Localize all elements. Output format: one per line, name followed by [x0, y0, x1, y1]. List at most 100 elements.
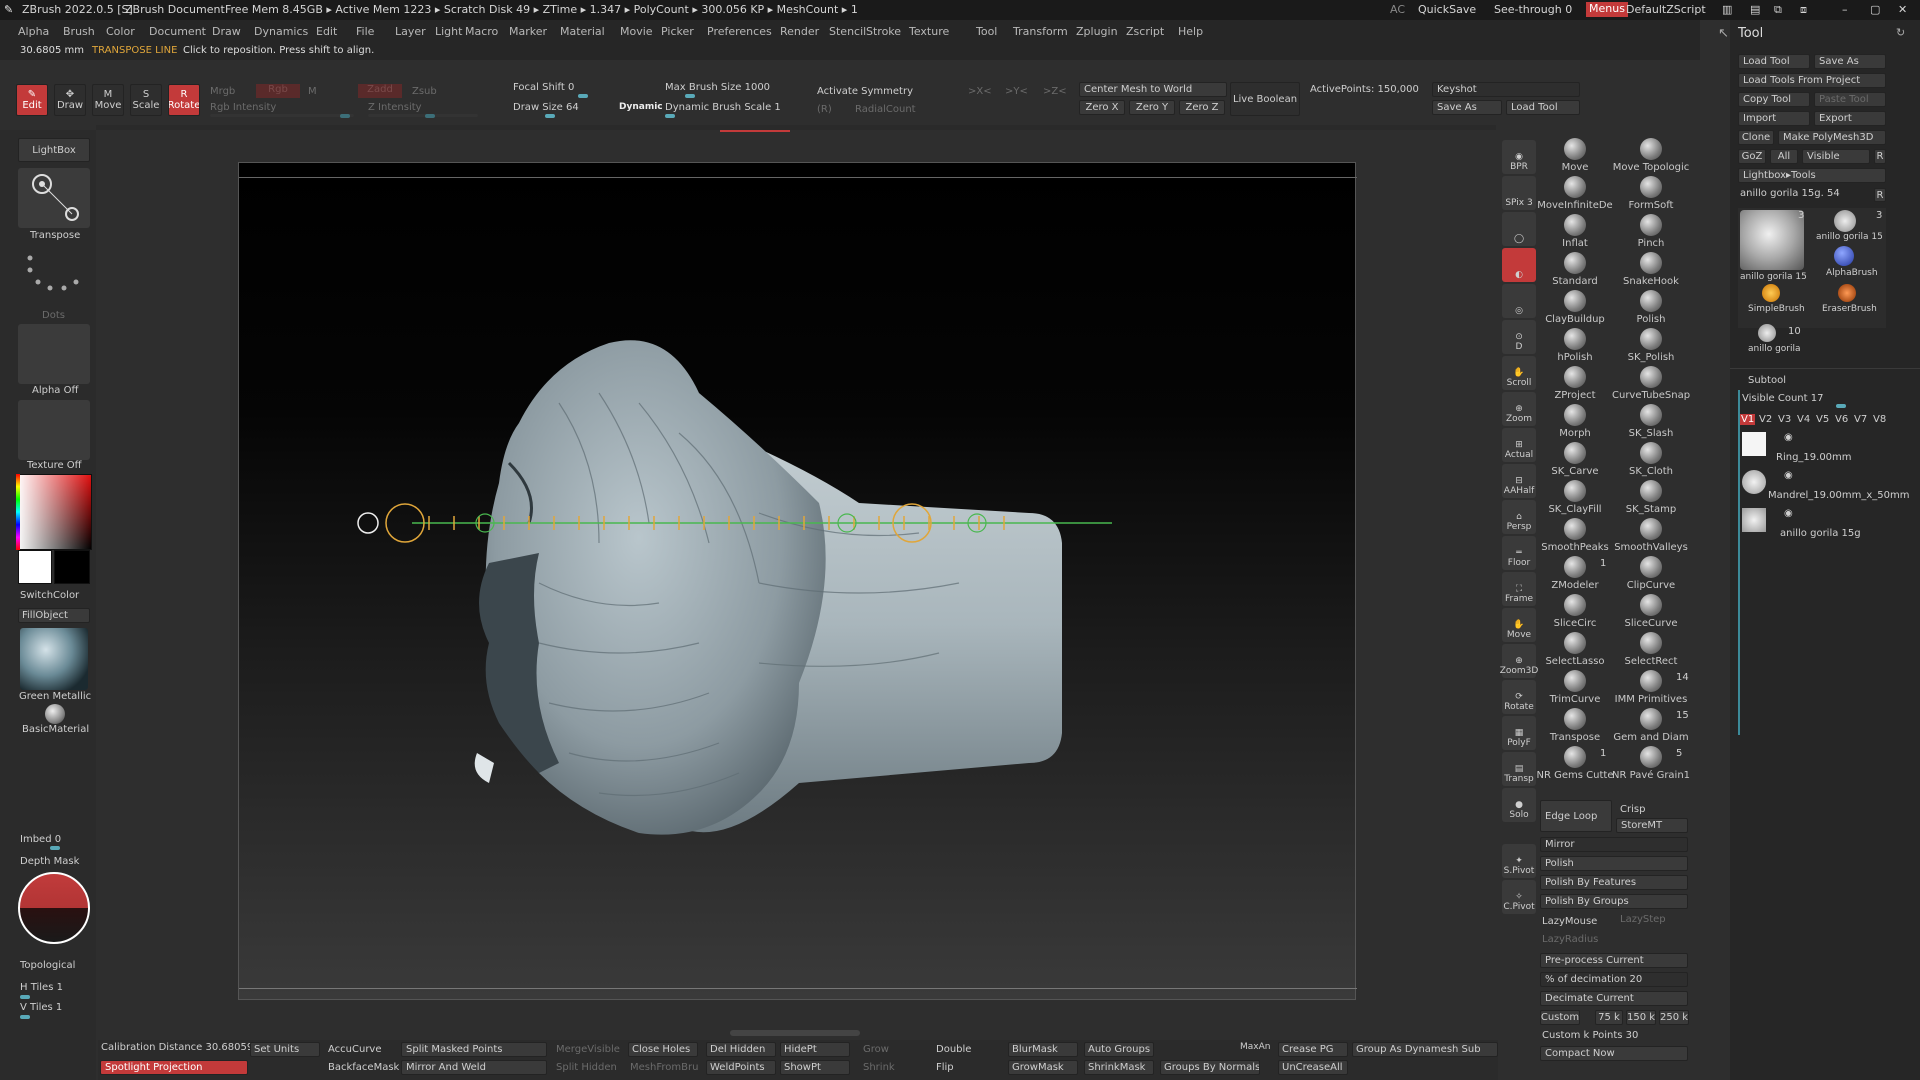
- nav-item-3-button[interactable]: ◐: [1502, 248, 1536, 282]
- dynamic-brush-scale-slider[interactable]: Dynamic Brush Scale 1: [665, 102, 781, 113]
- current-tool-r-button[interactable]: R: [1874, 188, 1886, 202]
- material-thumb[interactable]: [20, 628, 88, 690]
- export-button[interactable]: Export: [1814, 111, 1886, 126]
- brush-move[interactable]: Move: [1536, 138, 1614, 173]
- rgb-intensity-knob[interactable]: [340, 114, 350, 118]
- nav-frame-button[interactable]: ⛶ Frame: [1502, 572, 1536, 606]
- topological-toggle[interactable]: Topological: [20, 960, 75, 971]
- polish-slider[interactable]: Polish: [1540, 856, 1688, 871]
- brush-sk-polish[interactable]: SK_Polish: [1612, 328, 1690, 363]
- simplebrush-icon[interactable]: [1762, 284, 1780, 302]
- brush-hpolish[interactable]: hPolish: [1536, 328, 1614, 363]
- lazyradius-slider[interactable]: LazyRadius: [1542, 934, 1598, 945]
- menu-zplugin[interactable]: Zplugin: [1076, 25, 1118, 38]
- brush-sk-clayfill[interactable]: SK_ClayFill: [1536, 480, 1614, 515]
- weldpoints-button[interactable]: WeldPoints: [706, 1060, 776, 1075]
- nav-rotate-button[interactable]: ⟳ Rotate: [1502, 680, 1536, 714]
- custom-button[interactable]: Custom: [1540, 1010, 1580, 1025]
- load-tool-button[interactable]: Load Tool: [1738, 54, 1810, 69]
- goz-visible-button[interactable]: Visible: [1802, 149, 1870, 164]
- nav-aahalf-button[interactable]: ⊟ AAHalf: [1502, 464, 1536, 498]
- subtool-version-v4[interactable]: V4: [1797, 414, 1810, 425]
- uncrease-all-button[interactable]: UnCreaseAll: [1278, 1060, 1348, 1075]
- nav-transp-button[interactable]: ▤ Transp: [1502, 752, 1536, 786]
- nav-zoom3d-button[interactable]: ⊕ Zoom3D: [1500, 644, 1538, 678]
- subtool-version-v1[interactable]: V1: [1740, 414, 1756, 425]
- menu-draw[interactable]: Draw: [212, 25, 241, 38]
- h-tiles-knob[interactable]: [20, 995, 30, 999]
- del-hidden-button[interactable]: Del Hidden: [706, 1042, 776, 1057]
- set-units-button[interactable]: Set Units: [250, 1042, 320, 1057]
- gorilla-mini-thumb[interactable]: [1758, 324, 1776, 342]
- menu-zscript[interactable]: Zscript: [1126, 25, 1164, 38]
- z-intensity-slider[interactable]: Z Intensity: [368, 102, 422, 113]
- rgb-intensity-slider[interactable]: Rgb Intensity: [210, 102, 276, 113]
- paste-tool-button[interactable]: Paste Tool: [1814, 92, 1886, 107]
- see-through-slider[interactable]: See-through 0: [1494, 3, 1572, 16]
- flip-button[interactable]: Flip: [936, 1062, 954, 1073]
- focal-shift-knob[interactable]: [578, 94, 588, 98]
- window-icon[interactable]: ⧉: [1774, 3, 1782, 17]
- meshfrombrush-button[interactable]: MeshFromBru: [630, 1062, 698, 1073]
- brush-moveinfinitede[interactable]: MoveInfiniteDe: [1536, 176, 1614, 211]
- menu-render[interactable]: Render: [780, 25, 819, 38]
- groups-by-normals-button[interactable]: Groups By Normals: [1160, 1060, 1260, 1075]
- shrinkmask-button[interactable]: ShrinkMask: [1084, 1060, 1154, 1075]
- mergevisible-button[interactable]: MergeVisible: [556, 1044, 620, 1055]
- radial-count-slider[interactable]: RadialCount: [855, 104, 916, 115]
- save-as-button[interactable]: Save As: [1814, 54, 1886, 69]
- load-tools-from-project-button[interactable]: Load Tools From Project: [1738, 73, 1886, 88]
- menu-color[interactable]: Color: [106, 25, 135, 38]
- auto-groups-button[interactable]: Auto Groups: [1084, 1042, 1154, 1057]
- draw-size-slider[interactable]: Draw Size 64: [513, 102, 579, 113]
- maximize-icon[interactable]: ▢: [1870, 3, 1880, 16]
- eraserbrush-icon[interactable]: [1838, 284, 1856, 302]
- menu-transform[interactable]: Transform: [1013, 25, 1068, 38]
- main-color-swatch[interactable]: [18, 550, 52, 584]
- max-brush-size-knob[interactable]: [685, 94, 695, 98]
- hue-strip[interactable]: [16, 474, 20, 550]
- blurmask-button[interactable]: BlurMask: [1008, 1042, 1078, 1057]
- brush-zproject[interactable]: ZProject: [1536, 366, 1614, 401]
- switch-color-button[interactable]: SwitchColor: [20, 590, 79, 601]
- rgb-toggle[interactable]: Rgb: [256, 84, 300, 98]
- nav-move-button[interactable]: ✋ Move: [1502, 608, 1536, 642]
- window2-icon[interactable]: ⧈: [1800, 3, 1807, 17]
- center-mesh-to-world-button[interactable]: Center Mesh to World: [1079, 82, 1227, 97]
- lazystep-slider[interactable]: LazyStep: [1620, 914, 1666, 925]
- save-as-shelf-button[interactable]: Save As: [1432, 100, 1502, 115]
- crease-pg-button[interactable]: Crease PG: [1278, 1042, 1348, 1057]
- lazymouse-toggle[interactable]: LazyMouse: [1542, 916, 1597, 927]
- decimation-slider[interactable]: % of decimation 20: [1540, 972, 1688, 987]
- imbed-slider[interactable]: Imbed 0: [20, 834, 61, 845]
- minimize-icon[interactable]: –: [1842, 3, 1848, 16]
- lightbox-button[interactable]: LightBox: [18, 138, 90, 162]
- brush-polish[interactable]: Polish: [1612, 290, 1690, 325]
- draw-button[interactable]: ✥ Draw: [54, 84, 86, 116]
- hidept-button[interactable]: HidePt: [780, 1042, 850, 1057]
- menu-light[interactable]: Light: [435, 25, 462, 38]
- subtool-row[interactable]: ◉ anillo gorila 15g: [1740, 506, 1910, 542]
- v-tiles-slider[interactable]: V Tiles 1: [20, 1002, 62, 1013]
- activate-symmetry-button[interactable]: Activate Symmetry: [817, 86, 913, 97]
- menu-file[interactable]: File: [356, 25, 374, 38]
- subtool-scrollbar[interactable]: [1738, 390, 1740, 735]
- subtool-version-v8[interactable]: V8: [1873, 414, 1886, 425]
- brush-trimcurve[interactable]: TrimCurve: [1536, 670, 1614, 705]
- nav-persp-button[interactable]: ⌂ Persp: [1502, 500, 1536, 534]
- zadd-toggle[interactable]: Zadd: [358, 84, 402, 98]
- menu-stencil[interactable]: Stencil: [829, 25, 866, 38]
- current-tool-slider[interactable]: anillo gorila 15g. 54: [1740, 188, 1840, 199]
- edge-loop-button[interactable]: Edge Loop: [1540, 800, 1612, 832]
- grow-button[interactable]: Grow: [863, 1044, 889, 1055]
- brush-sk-carve[interactable]: SK_Carve: [1536, 442, 1614, 477]
- menu-preferences[interactable]: Preferences: [707, 25, 772, 38]
- brush-selectlasso[interactable]: SelectLasso: [1536, 632, 1614, 667]
- menu-dynamics[interactable]: Dynamics: [254, 25, 308, 38]
- menu-layer[interactable]: Layer: [395, 25, 426, 38]
- brush-sk-cloth[interactable]: SK_Cloth: [1612, 442, 1690, 477]
- shrink-button[interactable]: Shrink: [863, 1062, 895, 1073]
- storemt-button[interactable]: StoreMT: [1616, 818, 1688, 833]
- secondary-color-swatch[interactable]: [54, 550, 90, 584]
- dynamic-brush-scale-knob[interactable]: [665, 114, 675, 118]
